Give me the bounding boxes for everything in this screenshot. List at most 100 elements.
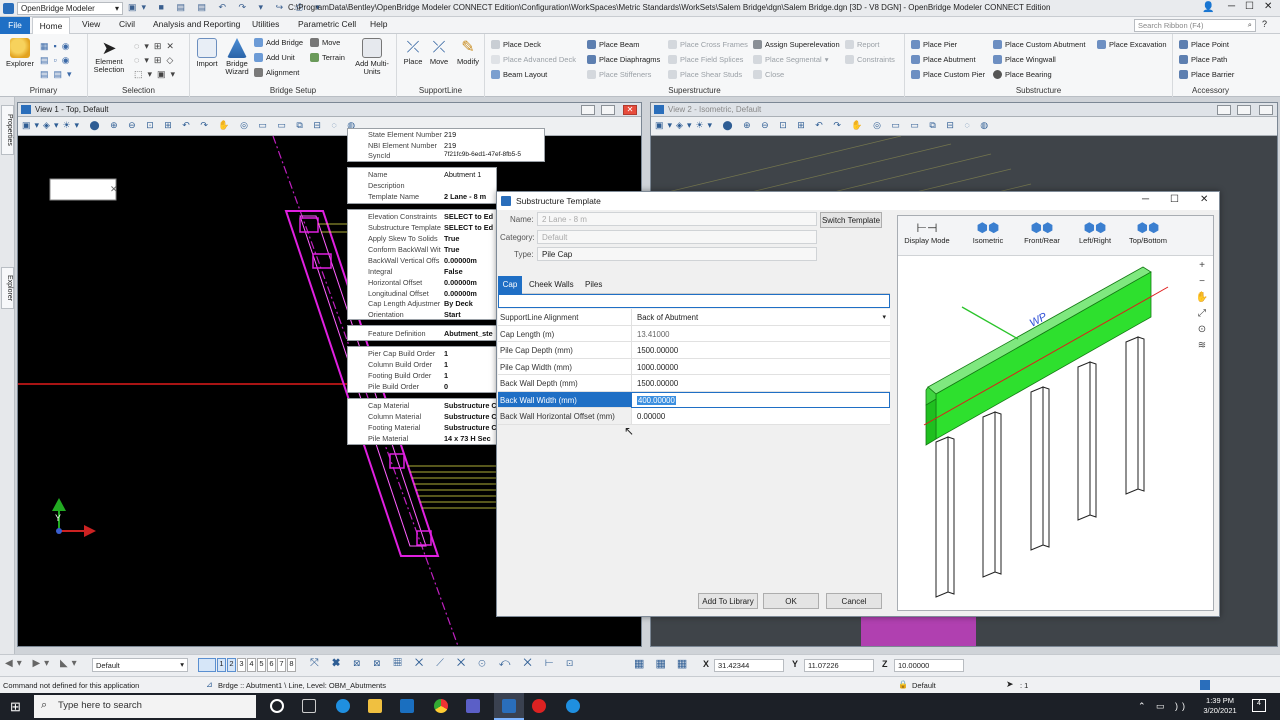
view-1-close-button[interactable]: ✕ [623, 105, 637, 115]
file-explorer-icon[interactable] [368, 699, 382, 713]
close-superstructure-button[interactable]: Close [753, 70, 784, 79]
tab-view[interactable]: View [82, 19, 100, 29]
parameter-value[interactable]: 13.41000 [631, 325, 890, 342]
import-button[interactable]: Import [194, 38, 220, 68]
property-row[interactable]: NBI Element Number 219 [348, 141, 544, 152]
tab-parametric-cell[interactable]: Parametric Cell [298, 19, 356, 29]
place-field-splices-button[interactable]: Place Field Splices [668, 55, 743, 64]
place-excavation-button[interactable]: Place Excavation [1097, 40, 1167, 49]
left-right-view-button[interactable]: ⬢⬢ Left/Right [1070, 220, 1120, 245]
notification-icon[interactable]: 4 [1252, 699, 1266, 712]
parameter-value[interactable]: 1500.00000 [631, 342, 890, 358]
floating-tool-box[interactable] [49, 178, 117, 201]
cursor-arrow-icon[interactable]: ➤ [1006, 679, 1014, 690]
parameter-row[interactable]: Pile Cap Depth (mm) 1500.00000 [498, 342, 890, 359]
property-row[interactable]: Column Material Substructure C [348, 412, 497, 423]
add-unit-button[interactable]: Add Unit [254, 53, 295, 62]
edge-icon[interactable] [336, 699, 350, 713]
y-coordinate-field[interactable]: 11.07226 [804, 659, 874, 672]
close-icon[interactable]: ✕ [110, 184, 118, 194]
view-2-minimize-button[interactable] [1217, 105, 1231, 115]
element-selection-button[interactable]: ➤ Element Selection [90, 38, 128, 74]
view-button-2[interactable]: 2 [227, 658, 236, 672]
view-1-view-tools[interactable]: ▣▾◈▾☀▾ ⬤ ⊕ ⊖ ⊡ ⊞ ↶ ↷ ✋ ◎ ▭ ▭ ⧉ ⊟ ◌ ◍ [22, 120, 359, 131]
place-deck-button[interactable]: Place Deck [491, 40, 541, 49]
place-point-button[interactable]: Place Point [1179, 40, 1229, 49]
view-button-5[interactable]: 5 [257, 658, 266, 672]
grid-tools[interactable]: ▦ ▦ ▦ [634, 657, 691, 670]
display-mode-button[interactable]: ⊢⊣ Display Mode [902, 220, 952, 245]
parameter-value[interactable]: 0.00000 [631, 408, 890, 424]
minimize-button[interactable]: ─ [1228, 1, 1235, 12]
close-button[interactable]: ✕ [1264, 1, 1272, 12]
view-2-toolbar[interactable]: ▣▾◈▾☀▾ ⬤ ⊕ ⊖ ⊡ ⊞ ↶ ↷ ✋ ◎ ▭ ▭ ⧉ ⊟ ◌ ◍ [651, 117, 1277, 136]
alignment-button[interactable]: Alignment [254, 68, 299, 77]
outlook-icon[interactable] [400, 699, 414, 713]
property-row[interactable]: Conform BackWall Wit True [348, 245, 496, 256]
selection-small-tools[interactable]: ◌▾⊞✕ ◌▾⊞◇ ⬚▾▣▾ [134, 39, 186, 81]
isometric-view-button[interactable]: ⬢⬢ Isometric [962, 220, 1014, 245]
model-icon[interactable] [1200, 680, 1210, 690]
tab-help[interactable]: Help [370, 19, 387, 29]
property-row[interactable]: Substructure Template SELECT to Ed [348, 223, 496, 234]
tab-piles[interactable]: Piles [585, 280, 602, 289]
lock-icon[interactable]: 🔒 [898, 680, 908, 689]
tab-analysis-reporting[interactable]: Analysis and Reporting [153, 19, 240, 29]
x-coordinate-field[interactable]: 31.42344 [714, 659, 784, 672]
parameter-row[interactable]: Back Wall Depth (mm) 1500.00000 [498, 375, 890, 392]
view-1-toolbar[interactable]: ▣▾◈▾☀▾ ⬤ ⊕ ⊖ ⊡ ⊞ ↶ ↷ ✋ ◎ ▭ ▭ ⧉ ⊟ ◌ ◍ [18, 117, 641, 136]
terrain-button[interactable]: Terrain [310, 53, 345, 62]
dialog-minimize-button[interactable]: ─ [1142, 194, 1149, 205]
parameter-value[interactable]: 1500.00000 [631, 375, 890, 391]
property-row[interactable]: Footing Build Order 1 [348, 371, 496, 382]
level-dropdown[interactable]: Default ▾ [92, 658, 188, 672]
parameter-row[interactable]: Pile Cap Width (mm) 1000.00000 [498, 358, 890, 375]
property-row[interactable]: Integral False [348, 267, 496, 278]
parameter-row[interactable]: Back Wall Horizontal Offset (mm) 0.00000 [498, 408, 890, 425]
property-row[interactable]: State Element Number 219 [348, 130, 544, 141]
front-rear-view-button[interactable]: ⬢⬢ Front/Rear [1016, 220, 1068, 245]
place-wingwall-button[interactable]: Place Wingwall [993, 55, 1056, 64]
view-button-1[interactable]: 1 [217, 658, 226, 672]
edge-icon[interactable] [566, 699, 580, 713]
supportline-modify-button[interactable]: ✎ Modify [453, 38, 483, 66]
taskbar-search-box[interactable]: ⌕ Type here to search [34, 695, 256, 718]
chrome-icon[interactable] [434, 699, 448, 713]
constraints-button[interactable]: Constraints [845, 55, 895, 64]
place-abutment-button[interactable]: Place Abutment [911, 55, 976, 64]
nav-tools[interactable]: ◀▾ ▶▾ ◣▾ [5, 658, 81, 669]
chevron-down-icon[interactable]: ▾ [882, 313, 886, 321]
view-2-close-button[interactable] [1259, 105, 1273, 115]
place-beam-button[interactable]: Place Beam [587, 40, 639, 49]
name-field[interactable]: 2 Lane - 8 m [537, 212, 817, 226]
accudraw-snap-tools[interactable]: ⤧ ✖ ⊠ ⊠ ▦ ✕ ⟋ ✕ ⊙ ↶ ✕ ⊢ ⊡ [310, 657, 578, 670]
place-shear-studs-button[interactable]: Place Shear Studs [668, 70, 742, 79]
ok-button[interactable]: OK [763, 593, 819, 609]
bridge-wizard-button[interactable]: Bridge Wizard [222, 38, 252, 76]
view-button-6[interactable]: 6 [267, 658, 276, 672]
add-to-library-button[interactable]: Add To Library [698, 593, 758, 609]
view-2-view-tools[interactable]: ▣▾◈▾☀▾ ⬤ ⊕ ⊖ ⊡ ⊞ ↶ ↷ ✋ ◎ ▭ ▭ ⧉ ⊟ ◌ ◍ [655, 120, 992, 131]
dialog-maximize-button[interactable]: ☐ [1170, 194, 1179, 205]
explorer-button[interactable]: Explorer [4, 38, 36, 68]
view-button-7[interactable]: 7 [277, 658, 286, 672]
property-row[interactable]: Pier Cap Build Order 1 [348, 349, 496, 360]
assign-superelevation-button[interactable]: Assign Superelevation [753, 40, 840, 49]
switch-template-button[interactable]: Switch Template [820, 212, 882, 228]
category-field[interactable]: Default [537, 230, 817, 244]
supportline-move-button[interactable]: ⤫ Move [427, 38, 451, 66]
property-row[interactable]: Pile Build Order 0 [348, 382, 496, 393]
tab-home[interactable]: Home [32, 17, 70, 34]
report-button[interactable]: Report [845, 40, 880, 49]
property-row[interactable]: Apply Skew To Solids True [348, 234, 496, 245]
system-tray-icons[interactable]: ⌃ ▭ )) [1138, 701, 1189, 712]
place-cross-frames-button[interactable]: Place Cross Frames [668, 40, 748, 49]
property-row[interactable]: SyncId 7f21fc9b-6ed1-47ef-8fb5-5 [348, 151, 544, 162]
property-row[interactable]: Horizontal Offset 0.00000m [348, 278, 496, 289]
parameter-row-selected[interactable]: Back Wall Width (mm) 400.00000 [498, 391, 890, 408]
primary-small-tools[interactable]: ▦▪◉ ▤▫◉ ▤▤▾ [40, 39, 84, 81]
place-segmental-button[interactable]: Place Segmental ▾ [753, 55, 828, 64]
property-row[interactable]: Template Name 2 Lane - 8 m [348, 192, 496, 203]
bridge-move-button[interactable]: Move [310, 38, 340, 47]
property-row[interactable]: Pile Material 14 x 73 H Sec [348, 434, 496, 445]
